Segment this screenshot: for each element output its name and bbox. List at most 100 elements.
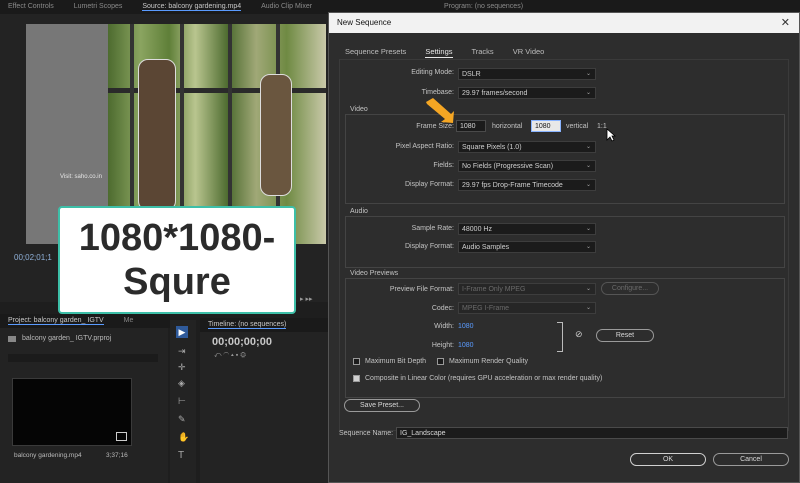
clip-name[interactable]: balcony gardening.mp4	[14, 452, 82, 459]
close-icon[interactable]: ✕	[781, 13, 790, 33]
video-display-format-select[interactable]: 29.97 fps Drop-Frame Timecode ⌄	[458, 179, 596, 191]
title-card-overlay: 1080*1080- Squre	[58, 206, 296, 314]
codec-label: Codec:	[431, 305, 454, 312]
configure-button[interactable]: Configure...	[601, 282, 659, 295]
timeline-tabs: Timeline: (no sequences)	[200, 318, 330, 332]
sample-rate-select[interactable]: 48000 Hz ⌄	[458, 223, 596, 235]
horizontal-label: horizontal	[492, 123, 523, 130]
sequence-name-label: Sequence Name:	[339, 430, 394, 437]
sequence-icon	[116, 432, 127, 441]
tools-panel: ▶ ⇥ ✛ ◈ ⊢ ✎ ✋ T	[170, 320, 196, 483]
chevron-down-icon: ⌄	[585, 286, 591, 292]
preview-height-value[interactable]: 1080	[458, 342, 474, 349]
editing-mode-select[interactable]: DSLR ⌄	[458, 68, 596, 80]
chevron-down-icon: ⌄	[585, 90, 591, 96]
hand-tool-icon[interactable]: ✋	[178, 432, 189, 443]
audio-section-title: Audio	[350, 208, 368, 215]
project-file-name: balcony garden_ IGTV.prproj	[22, 335, 112, 342]
preview-width-label: Width:	[434, 323, 454, 330]
tab-vr-video[interactable]: VR Video	[513, 47, 545, 56]
chevron-down-icon: ⌄	[585, 163, 591, 169]
project-panel: balcony garden_ IGTV.prproj balcony gard…	[0, 328, 168, 483]
tab-audio-clip-mixer[interactable]: Audio Clip Mixer	[261, 3, 312, 10]
pixel-aspect-select[interactable]: Square Pixels (1.0) ⌄	[458, 141, 596, 153]
hanging-plant-bag	[138, 59, 176, 211]
timebase-label: Timebase:	[421, 89, 454, 96]
razor-tool-icon[interactable]: ◈	[178, 378, 185, 389]
clip-duration: 3;37;16	[106, 452, 128, 459]
composite-linear-label: Composite in Linear Color (requires GPU …	[365, 375, 603, 382]
dialog-title: New Sequence	[337, 18, 392, 27]
codec-select[interactable]: MPEG I-Frame ⌄	[458, 302, 596, 314]
preview-format-select[interactable]: I-Frame Only MPEG ⌄	[458, 283, 596, 295]
tab-timeline[interactable]: Timeline: (no sequences)	[208, 321, 287, 329]
track-select-tool-icon[interactable]: ⇥	[178, 346, 186, 357]
mouse-pointer-icon	[606, 128, 616, 142]
new-sequence-dialog: New Sequence ✕ Sequence Presets Settings…	[328, 12, 800, 483]
tab-lumetri-scopes[interactable]: Lumetri Scopes	[74, 3, 123, 10]
tab-source[interactable]: Source: balcony gardening.mp4	[142, 3, 242, 11]
link-bracket	[557, 322, 563, 352]
type-tool-icon[interactable]: T	[178, 450, 184, 461]
composite-linear-checkbox[interactable]	[353, 375, 360, 382]
save-preset-button[interactable]: Save Preset...	[344, 399, 420, 412]
frame-width-input[interactable]: 1080	[456, 120, 486, 132]
dialog-titlebar: New Sequence ✕	[329, 13, 799, 33]
hanging-plant-bag	[260, 74, 292, 196]
tab-media-browser[interactable]: Me	[124, 317, 134, 324]
max-render-quality-label: Maximum Render Quality	[449, 358, 528, 365]
tab-effect-controls[interactable]: Effect Controls	[8, 3, 54, 10]
frame-height-input[interactable]: 1080	[531, 120, 561, 132]
pixel-aspect-label: Pixel Aspect Ratio:	[395, 143, 454, 150]
chevron-down-icon: ⌄	[585, 226, 591, 232]
preview-height-label: Height:	[431, 342, 454, 349]
source-timecode[interactable]: 00;02;01;1	[14, 253, 52, 262]
ripple-edit-tool-icon[interactable]: ✛	[178, 362, 186, 373]
preview-format-label: Preview File Format:	[389, 286, 454, 293]
editing-mode-label: Editing Mode:	[411, 69, 454, 76]
video-previews-title: Video Previews	[350, 270, 399, 277]
audio-display-format-select[interactable]: Audio Samples ⌄	[458, 241, 596, 253]
max-bit-depth-checkbox[interactable]	[353, 358, 360, 365]
watermark-text: Visit: saho.co.in	[60, 174, 102, 180]
project-panel-tabs: Project: balcony garden_ IGTV Me	[0, 314, 170, 328]
ok-button[interactable]: OK	[630, 453, 706, 466]
cancel-button[interactable]: Cancel	[713, 453, 789, 466]
vertical-label: vertical	[566, 123, 589, 130]
timebase-select[interactable]: 29.97 frames/second ⌄	[458, 87, 596, 99]
preview-width-value[interactable]: 1080	[458, 323, 474, 330]
sample-rate-label: Sample Rate:	[411, 225, 454, 232]
timeline-toolbar[interactable]: ⤺ ◠ ▴ ▪ ⚙	[214, 352, 246, 360]
chevron-down-icon: ⌄	[585, 144, 591, 150]
pen-tool-icon[interactable]: ✎	[178, 414, 186, 425]
chevron-down-icon: ⌄	[585, 182, 591, 188]
project-search-input[interactable]	[8, 354, 158, 362]
tab-program[interactable]: Program: (no sequences)	[444, 3, 523, 10]
chevron-down-icon: ⌄	[585, 305, 591, 311]
tab-tracks[interactable]: Tracks	[471, 47, 493, 56]
video-section-title: Video	[350, 106, 368, 113]
tab-settings[interactable]: Settings	[425, 47, 453, 58]
link-icon[interactable]: ⊘	[575, 329, 583, 340]
audio-display-format-label: Display Format:	[404, 243, 454, 250]
tab-project[interactable]: Project: balcony garden_ IGTV	[8, 317, 104, 325]
annotation-arrow-icon	[426, 98, 454, 123]
dialog-tabs: Sequence Presets Settings Tracks VR Vide…	[345, 47, 561, 58]
folder-icon	[8, 336, 16, 342]
clip-thumbnail[interactable]	[12, 378, 132, 446]
sequence-name-input[interactable]: IG_Landscape	[396, 427, 788, 439]
chevron-down-icon: ⌄	[585, 244, 591, 250]
video-display-format-label: Display Format:	[404, 181, 454, 188]
max-render-quality-checkbox[interactable]	[437, 358, 444, 365]
selection-tool-icon[interactable]: ▶	[176, 326, 188, 338]
reset-button[interactable]: Reset	[596, 329, 654, 342]
slip-tool-icon[interactable]: ⊢	[178, 396, 186, 407]
overlay-line2: Squre	[123, 261, 231, 303]
transport-controls[interactable]: ▸ ▸▸	[300, 295, 313, 303]
fields-select[interactable]: No Fields (Progressive Scan) ⌄	[458, 160, 596, 172]
timeline-timecode[interactable]: 00;00;00;00	[212, 336, 272, 348]
overlay-line1: 1080*1080-	[78, 217, 276, 259]
tab-sequence-presets[interactable]: Sequence Presets	[345, 47, 406, 56]
max-bit-depth-label: Maximum Bit Depth	[365, 358, 427, 365]
chevron-down-icon: ⌄	[585, 71, 591, 77]
